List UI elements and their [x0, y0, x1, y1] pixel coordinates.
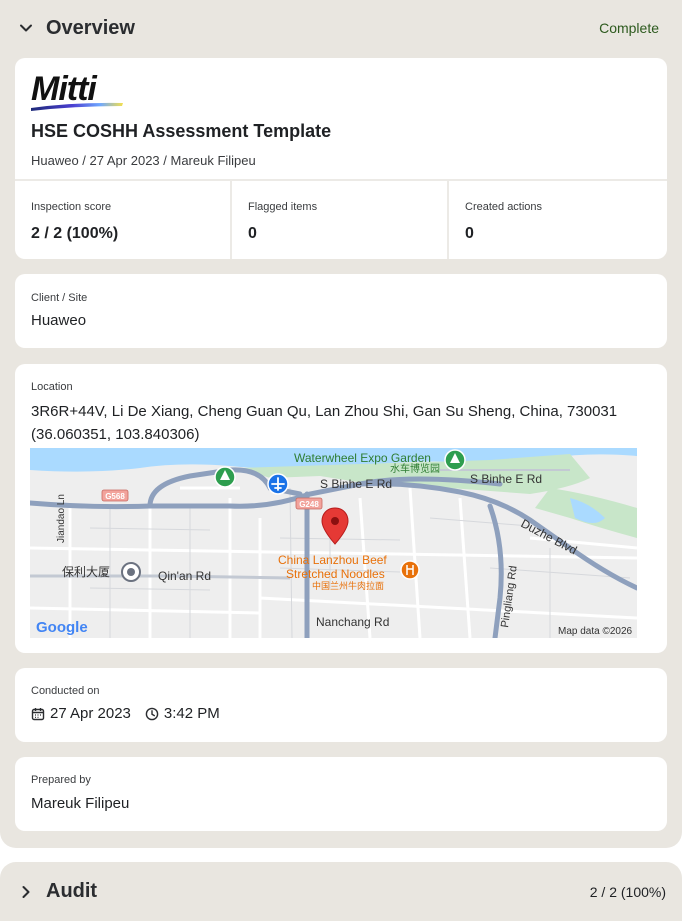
- client-site-label: Client / Site: [31, 292, 88, 304]
- audit-section: Audit 2 / 2 (100%): [0, 862, 682, 921]
- svg-text:G568: G568: [105, 492, 125, 501]
- location-card: Location 3R6R+44V, Li De Xiang, Cheng Gu…: [15, 364, 667, 653]
- stat-label: Flagged items: [248, 201, 318, 213]
- svg-text:G248: G248: [299, 500, 319, 509]
- stat-label: Inspection score: [31, 201, 112, 213]
- road-label: Jiandao Ln: [56, 494, 67, 543]
- stat-value: 0: [465, 225, 474, 242]
- stat-value: 2 / 2 (100%): [31, 225, 119, 242]
- audit-header[interactable]: Audit 2 / 2 (100%): [0, 862, 682, 921]
- road-label: S Binhe E Rd: [470, 472, 542, 486]
- overview-section: Overview Complete Mitti HSE COSHH Assess…: [0, 0, 682, 848]
- restaurant-marker-icon: [400, 560, 420, 580]
- svg-text:Mitti: Mitti: [31, 70, 98, 108]
- report-header-card: Mitti HSE COSHH Assessment Template Huaw…: [15, 58, 667, 259]
- conducted-on-card: Conducted on 27 Apr 2023 3:42 PM: [15, 668, 667, 742]
- calendar-icon: [31, 707, 45, 721]
- chevron-down-icon: [18, 20, 34, 36]
- park-cn-label: 水车博览园: [390, 462, 440, 475]
- client-site-value: Huaweo: [31, 312, 87, 329]
- stat-flagged-items: Flagged items 0: [232, 181, 449, 259]
- park-label: Waterwheel Expo Garden: [294, 451, 431, 465]
- road-label: Qin'an Rd: [158, 569, 211, 583]
- poi-label: China Lanzhou Beef: [278, 553, 387, 567]
- status-badge: Complete: [599, 20, 659, 36]
- building-marker-icon: [121, 562, 141, 582]
- location-label: Location: [31, 381, 73, 393]
- overview-header[interactable]: Overview Complete: [0, 0, 682, 56]
- prepared-by-card: Prepared by Mareuk Filipeu: [15, 757, 667, 831]
- location-address: 3R6R+44V, Li De Xiang, Cheng Guan Qu, La…: [31, 403, 618, 420]
- map-attribution: Map data ©2026: [558, 626, 633, 637]
- park-marker-icon: [444, 449, 466, 471]
- poi-label-cn: 中国兰州牛肉拉面: [312, 580, 384, 591]
- report-title: HSE COSHH Assessment Template: [31, 121, 332, 141]
- stat-inspection-score: Inspection score 2 / 2 (100%): [15, 181, 232, 259]
- highway-shield-g568: G568: [101, 489, 129, 502]
- location-text: 3R6R+44V, Li De Xiang, Cheng Guan Qu, La…: [31, 400, 651, 446]
- chevron-right-icon: [18, 884, 34, 900]
- client-site-card: Client / Site Huaweo: [15, 274, 667, 348]
- stat-created-actions: Created actions 0: [449, 181, 666, 259]
- conducted-date: 27 Apr 2023: [50, 705, 131, 722]
- conducted-datetime: 27 Apr 2023 3:42 PM: [31, 705, 220, 722]
- audit-score: 2 / 2 (100%): [589, 883, 666, 900]
- poi-label: Stretched Noodles: [286, 567, 385, 581]
- park-marker-icon: [214, 466, 236, 488]
- stats-row: Inspection score 2 / 2 (100%) Flagged it…: [15, 179, 667, 259]
- conducted-on-label: Conducted on: [31, 685, 100, 697]
- report-subtitle: Huaweo / 27 Apr 2023 / Mareuk Filipeu: [31, 153, 256, 168]
- google-logo: Google: [36, 619, 88, 636]
- stat-value: 0: [248, 225, 257, 242]
- airport-marker-icon: [267, 473, 289, 495]
- overview-title: Overview: [46, 16, 135, 39]
- road-label: Nanchang Rd: [316, 615, 389, 629]
- mitti-logo: Mitti: [29, 70, 129, 117]
- audit-title: Audit: [46, 880, 98, 902]
- clock-icon: [145, 707, 159, 721]
- stat-label: Created actions: [465, 201, 543, 213]
- conducted-time: 3:42 PM: [163, 705, 220, 722]
- prepared-by-label: Prepared by: [31, 774, 91, 786]
- road-label: S Binhe E Rd: [320, 477, 392, 491]
- prepared-by-value: Mareuk Filipeu: [31, 795, 130, 812]
- highway-shield-g248: G248: [295, 497, 323, 510]
- location-coords: (36.060351, 103.840306): [31, 426, 200, 443]
- baoli-label: 保利大厦: [62, 565, 110, 579]
- location-map[interactable]: Waterwheel Expo Garden 水车博览园 S Binhe E R…: [30, 448, 637, 638]
